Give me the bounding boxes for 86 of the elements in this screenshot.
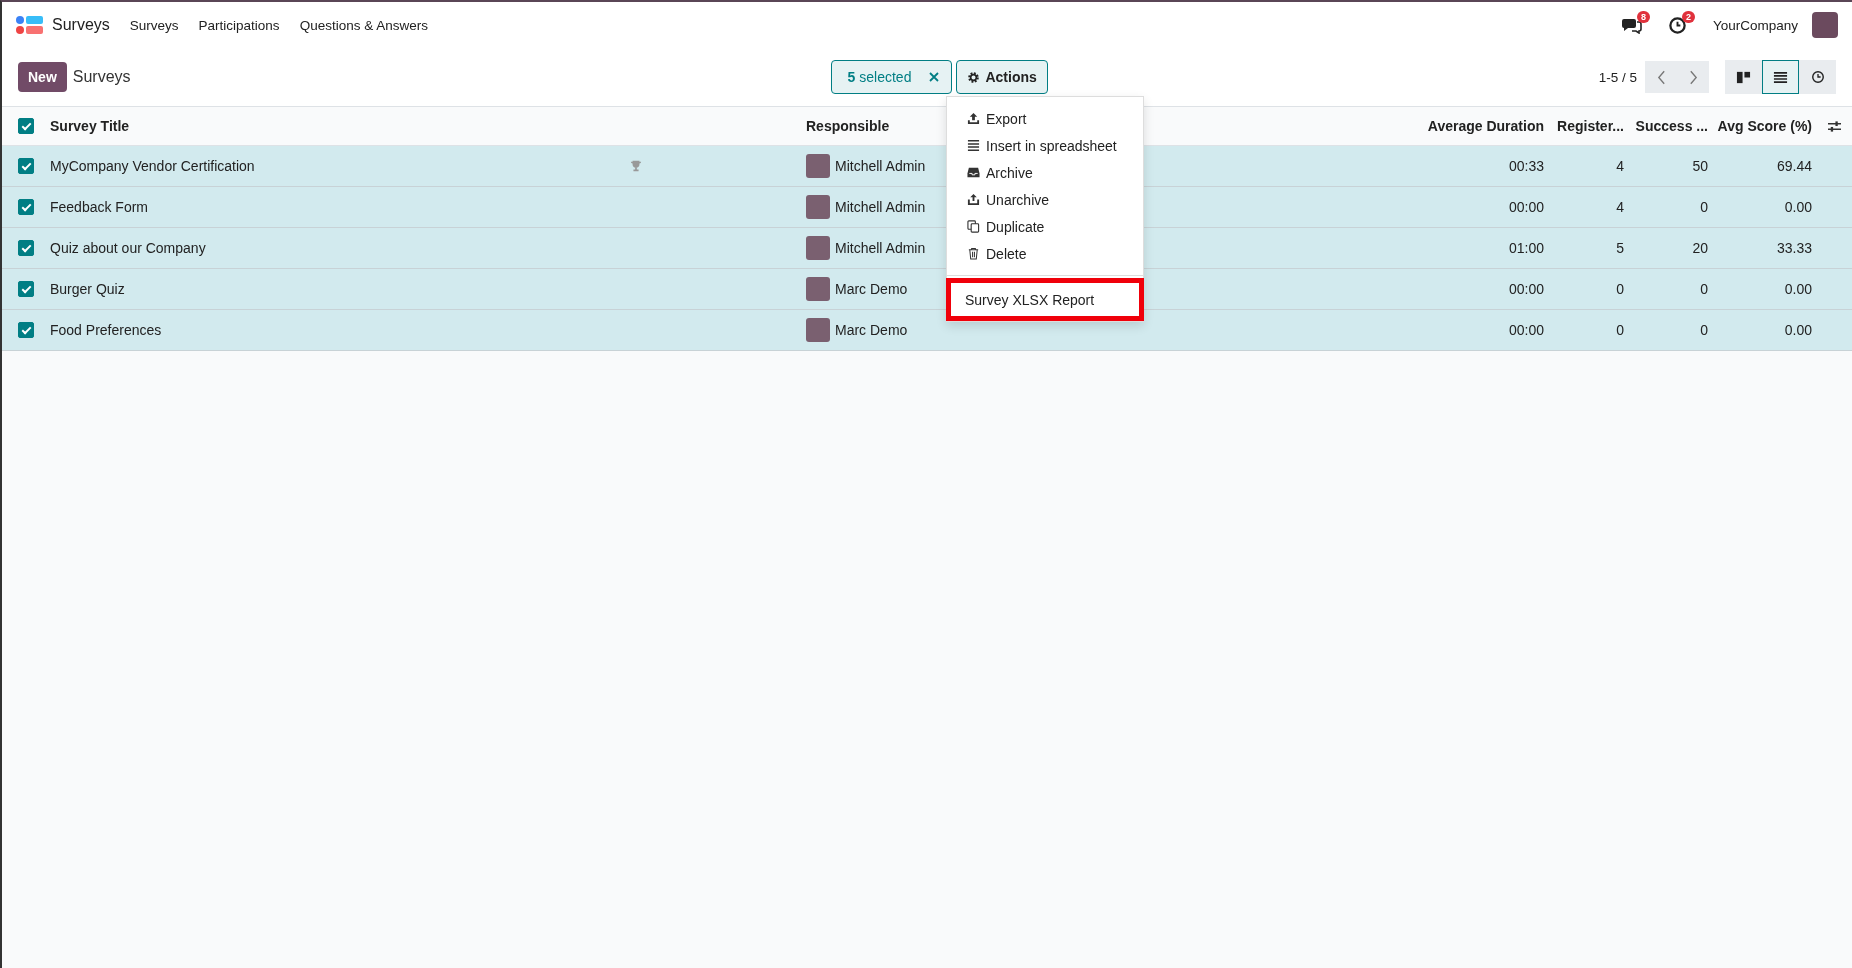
survey-title: Burger Quiz <box>50 281 125 297</box>
chat-icon[interactable] <box>1621 16 1642 34</box>
clock-icon[interactable] <box>1667 15 1687 35</box>
copy-icon <box>967 220 980 233</box>
list-icon <box>967 139 980 152</box>
menu-item[interactable]: Questions & Answers <box>299 17 428 33</box>
duration-cell: 00:00 <box>1508 281 1544 297</box>
registered-cell: 4 <box>1616 158 1624 174</box>
survey-title: Feedback Form <box>50 199 149 215</box>
column-header[interactable]: Register... <box>1557 118 1624 134</box>
duration-cell: 00:33 <box>1508 158 1544 174</box>
dropdown-item[interactable]: Delete <box>947 240 1143 267</box>
score-cell: 33.33 <box>1776 240 1812 256</box>
column-header[interactable]: Success ... <box>1635 118 1708 134</box>
registered-cell: 0 <box>1616 322 1624 338</box>
score-cell: 0.00 <box>1784 281 1812 297</box>
success-cell: 20 <box>1692 240 1708 256</box>
message-count-badge: 8 <box>1636 11 1650 23</box>
avatar <box>806 195 830 219</box>
dropdown-item[interactable]: Unarchive <box>947 186 1143 213</box>
dropdown-item[interactable]: Export <box>947 105 1143 132</box>
avatar <box>806 236 830 260</box>
activity-count-badge: 2 <box>1681 11 1695 23</box>
success-cell: 0 <box>1700 322 1708 338</box>
avatar <box>806 277 830 301</box>
menu-item[interactable]: Participations <box>198 17 280 33</box>
duration-cell: 00:00 <box>1508 199 1544 215</box>
responsible-name: Marc Demo <box>835 281 908 297</box>
duration-cell: 00:00 <box>1508 322 1544 338</box>
row-checkbox[interactable] <box>18 322 34 338</box>
dropdown-item[interactable]: Archive <box>947 159 1143 186</box>
success-cell: 50 <box>1692 158 1708 174</box>
registered-cell: 0 <box>1616 281 1624 297</box>
clock-icon <box>1810 70 1825 84</box>
kanban-icon <box>1736 69 1751 85</box>
dropdown-item[interactable]: Insert in spreadsheet <box>947 132 1143 159</box>
pager-value: 1-5 / 5 <box>1598 69 1637 85</box>
row-checkbox[interactable] <box>18 158 34 174</box>
success-cell: 0 <box>1700 281 1708 297</box>
new-button[interactable]: New <box>18 62 67 92</box>
actions-button[interactable]: Actions <box>956 60 1048 94</box>
upload-icon <box>967 112 980 125</box>
score-cell: 69.44 <box>1776 158 1812 174</box>
gear-icon <box>967 70 981 84</box>
kanban-view-button[interactable] <box>1725 60 1762 94</box>
survey-title: Quiz about our Company <box>50 240 206 256</box>
score-cell: 0.00 <box>1784 199 1812 215</box>
column-header[interactable]: Responsible <box>806 118 890 134</box>
survey-title: Food Preferences <box>50 322 162 338</box>
duration-cell: 01:00 <box>1508 240 1544 256</box>
success-cell: 0 <box>1700 199 1708 215</box>
app-name[interactable]: Surveys <box>52 16 110 34</box>
registered-cell: 5 <box>1616 240 1624 256</box>
column-header[interactable]: Avg Score (%) <box>1717 118 1812 134</box>
select-all-checkbox[interactable] <box>18 118 34 134</box>
selection-count: 5 selected <box>847 69 912 85</box>
trash-icon <box>967 247 980 260</box>
row-checkbox[interactable] <box>18 240 34 256</box>
responsible-name: Mitchell Admin <box>835 199 926 215</box>
responsible-name: Mitchell Admin <box>835 158 926 174</box>
column-settings-icon[interactable] <box>1826 119 1842 133</box>
registered-cell: 4 <box>1616 199 1624 215</box>
chevron-left-icon <box>1656 69 1666 85</box>
responsible-name: Mitchell Admin <box>835 240 926 256</box>
column-header[interactable]: Average Duration <box>1427 118 1544 134</box>
row-checkbox[interactable] <box>18 199 34 215</box>
menu-item[interactable]: Surveys <box>129 17 179 33</box>
column-header[interactable]: Survey Title <box>50 118 130 134</box>
chevron-right-icon <box>1688 69 1698 85</box>
close-icon[interactable] <box>929 72 940 82</box>
company-name[interactable]: YourCompany <box>1712 17 1798 33</box>
row-checkbox[interactable] <box>18 281 34 297</box>
list-icon <box>1773 69 1788 85</box>
score-cell: 0.00 <box>1784 322 1812 338</box>
responsible-name: Marc Demo <box>835 322 908 338</box>
inbox-icon <box>967 166 980 179</box>
survey-title: MyCompany Vendor Certification <box>50 158 255 174</box>
upload-icon <box>967 193 980 206</box>
dropdown-item[interactable]: Survey XLSX Report <box>946 278 1144 321</box>
app-logo-icon[interactable] <box>16 15 44 35</box>
avatar <box>806 154 830 178</box>
dropdown-item[interactable]: Duplicate <box>947 213 1143 240</box>
activity-view-button[interactable] <box>1799 60 1836 94</box>
avatar <box>806 318 830 342</box>
list-view-button[interactable] <box>1762 60 1799 94</box>
breadcrumb: Surveys <box>72 68 131 86</box>
